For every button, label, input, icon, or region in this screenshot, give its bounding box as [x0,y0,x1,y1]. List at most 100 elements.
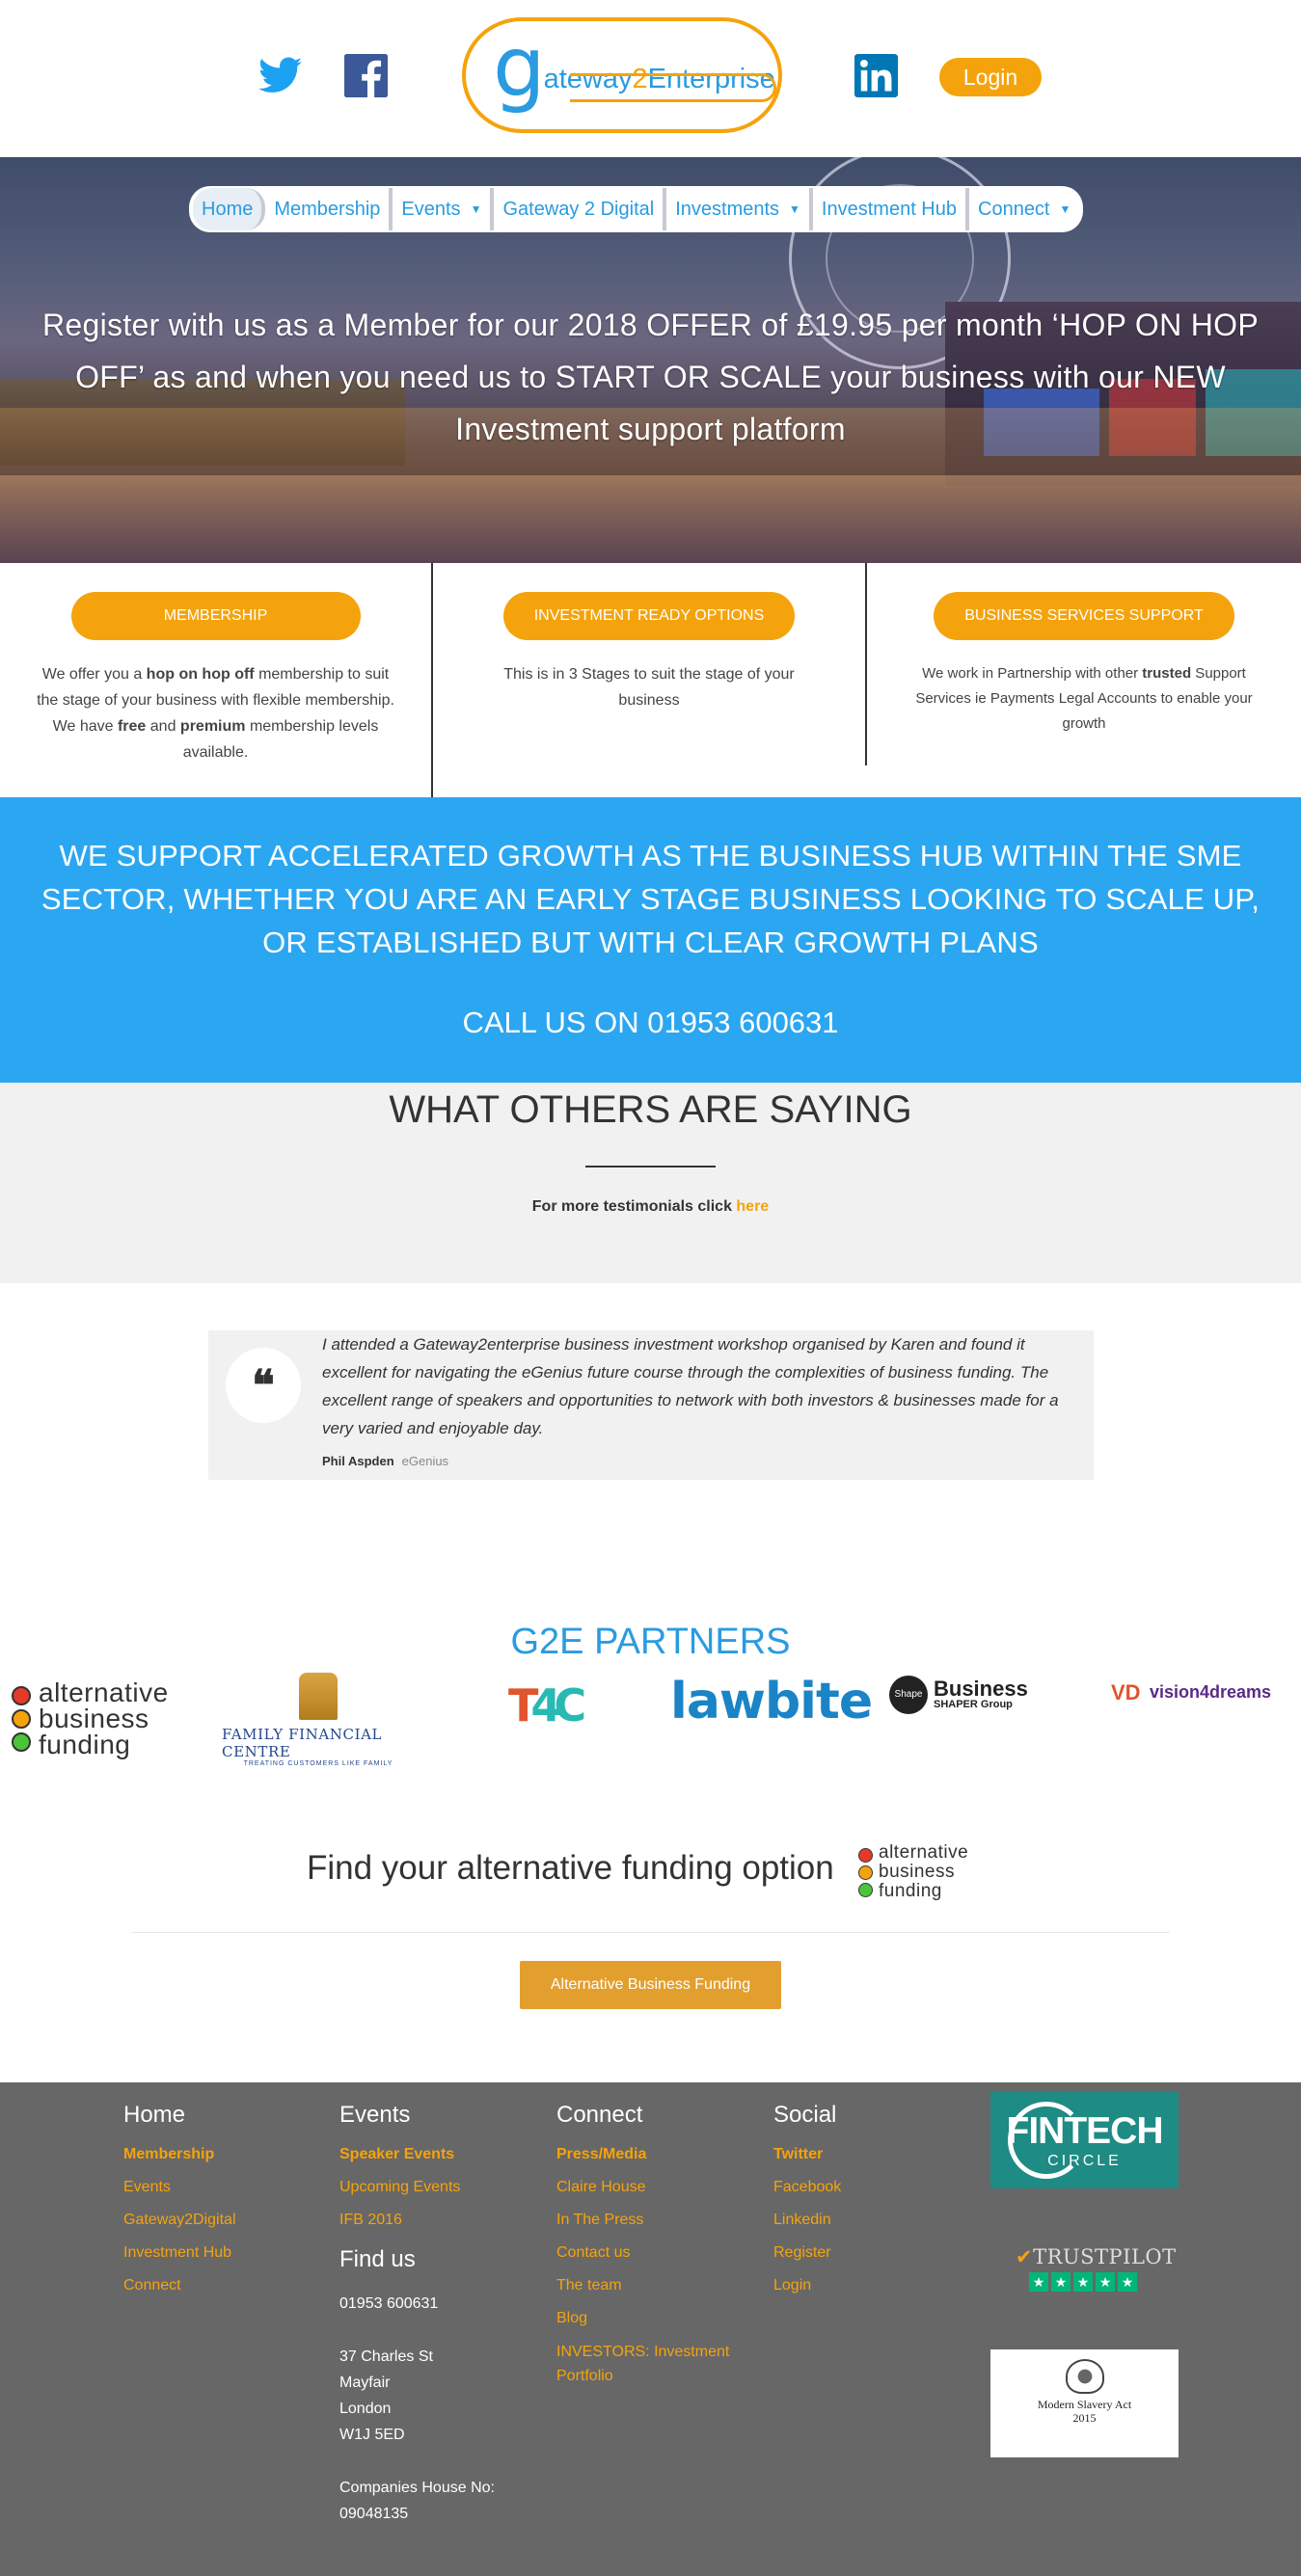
nav-events[interactable]: Events ▼ [393,188,495,230]
footer-find-us: Find us 01953 600631 37 Charles St Mayfa… [339,2246,495,2527]
twitter-icon[interactable] [258,52,302,98]
trustpilot-name: ✔TRUSTPILOT [1016,2245,1176,2268]
footer-link-investors-portfolio[interactable]: INVESTORS: Investment Portfolio [556,2340,749,2388]
quote-icon: ❝ [226,1348,301,1423]
more-testimonials-link[interactable]: here [736,1198,769,1215]
footer-link-twitter[interactable]: Twitter [773,2138,841,2171]
footer-address-line: Mayfair [339,2375,391,2391]
testimonial-author: Phil Aspden eGenius [322,1454,448,1468]
chevron-down-icon: ▼ [470,202,482,216]
footer-link-the-team[interactable]: The team [556,2269,749,2302]
footer-link-in-the-press[interactable]: In The Press [556,2204,749,2237]
footer-heading-events: Events [339,2102,411,2128]
feature-investment-ready: INVESTMENT READY OPTIONS This is in 3 St… [433,563,867,765]
more-testimonials-prefix: For more testimonials click [531,1198,737,1215]
hero-offer-text: Register with us as a Member for our 201… [42,308,1259,446]
footer-link-register[interactable]: Register [773,2237,841,2269]
bs-name: Business [934,1676,1028,1701]
gateway2enterprise-logo[interactable]: g ateway2Enterprise [462,17,782,133]
partner-business-shaper-logo[interactable]: Shape Business SHAPER Group [889,1673,1044,1716]
abf-wordmark: alternative business funding [879,1843,968,1901]
star-icon: ★ [1073,2272,1093,2292]
feature-text-bold: premium [179,718,246,735]
growth-statement: WE SUPPORT ACCELERATED GROWTH AS THE BUS… [41,839,1260,959]
green-dot [12,1731,31,1752]
footer-col-connect: Connect Press/Media Claire House In The … [556,2102,749,2388]
footer-link-gateway2digital[interactable]: Gateway2Digital [123,2204,236,2237]
chevron-down-icon: ▼ [1059,202,1071,216]
footer-link-speaker-events[interactable]: Speaker Events [339,2138,460,2171]
traffic-light-icon [858,1847,873,1897]
footer-link-blog[interactable]: Blog [556,2302,749,2335]
feature-membership: MEMBERSHIP We offer you a hop on hop off… [0,563,433,797]
linkedin-icon[interactable] [854,52,898,98]
abf-line: business [39,1704,149,1733]
trustpilot-badge[interactable]: ✔TRUSTPILOT ★ ★ ★ ★ ★ [1016,2245,1176,2292]
footer-heading-home: Home [123,2102,186,2128]
hero-river [0,475,1301,563]
nav-home-label: Home [202,198,254,220]
partner-t4c-logo[interactable]: T 4C [508,1679,586,1731]
footer-link-login[interactable]: Login [773,2269,841,2302]
nav-connect-label: Connect [978,198,1050,220]
companies-house-number: 09048135 [339,2506,409,2522]
modern-slavery-act-badge[interactable]: Modern Slavery Act 2015 [990,2349,1179,2457]
features-section: MEMBERSHIP We offer you a hop on hop off… [0,563,1301,797]
footer-address-line: W1J 5ED [339,2427,405,2443]
footer-address-line: 37 Charles St [339,2348,433,2365]
nav-investment-hub[interactable]: Investment Hub [812,188,969,230]
alternative-business-funding-button[interactable]: Alternative Business Funding [520,1961,781,2009]
more-testimonials-text: For more testimonials click here [0,1198,1301,1216]
testimonials-header: WHAT OTHERS ARE SAYING For more testimon… [0,1083,1301,1283]
nav-home[interactable]: Home [193,188,266,230]
feature-business-services-text: We work in Partnership with other truste… [901,661,1267,737]
feature-text-bold: free [117,718,147,735]
footer-link-events[interactable]: Events [123,2171,236,2204]
feature-text-part: We offer you a [41,666,147,683]
nav-gateway-2-digital[interactable]: Gateway 2 Digital [494,188,667,230]
footer-link-claire-house[interactable]: Claire House [556,2171,749,2204]
facebook-icon[interactable] [344,52,388,98]
t4c-letter: T [508,1679,539,1731]
footer-col-social: Social Twitter Facebook Linkedin Registe… [773,2102,841,2302]
find-funding-title: Find your alternative funding option [307,1849,834,1887]
fintech-title: FINTECH [1006,2110,1164,2152]
red-dot [858,1847,873,1863]
partner-alternative-business-funding-logo[interactable]: alternative business funding [12,1677,195,1759]
t4c-rest: 4C [530,1679,586,1731]
partner-family-financial-centre-logo[interactable]: FAMILY FINANCIAL CENTRE TREATING CUSTOME… [222,1673,415,1767]
footer-link-press-media[interactable]: Press/Media [556,2138,749,2171]
logo-key-shape [570,73,776,102]
amber-dot [12,1708,31,1729]
login-button[interactable]: Login [939,58,1042,96]
nav-membership[interactable]: Membership [265,188,393,230]
footer-link-membership[interactable]: Membership [123,2138,236,2171]
footer-heading-social: Social [773,2102,837,2128]
business-services-support-button[interactable]: BUSINESS SERVICES SUPPORT [934,592,1234,640]
partner-vision4dreams-logo[interactable]: VD vision4dreams [1111,1677,1299,1706]
nav-membership-label: Membership [274,198,381,220]
investment-ready-options-button[interactable]: INVESTMENT READY OPTIONS [502,592,796,640]
partner-lawbite-logo[interactable]: lawbite [670,1673,873,1731]
footer-heading-connect: Connect [556,2102,643,2128]
footer-col-home: Home Membership Events Gateway2Digital I… [123,2102,236,2302]
call-us-text: CALL US ON 01953 600631 [462,1006,839,1039]
testimonials-title: WHAT OTHERS ARE SAYING [389,1088,912,1131]
abf-wordmark: alternative business funding [39,1679,169,1758]
footer-link-contact-us[interactable]: Contact us [556,2237,749,2269]
nav-connect[interactable]: Connect ▼ [969,188,1080,230]
footer-link-linkedin[interactable]: Linkedin [773,2204,841,2237]
amber-dot [858,1865,873,1880]
footer-col-events: Events Speaker Events Upcoming Events IF… [339,2102,460,2237]
nav-investments[interactable]: Investments ▼ [666,188,813,230]
membership-button[interactable]: MEMBERSHIP [70,592,361,640]
footer-link-upcoming-events[interactable]: Upcoming Events [339,2171,460,2204]
footer-link-connect[interactable]: Connect [123,2269,236,2302]
footer-link-investment-hub[interactable]: Investment Hub [123,2237,236,2269]
footer-link-ifb-2016[interactable]: IFB 2016 [339,2204,460,2237]
check-icon: ✔ [1016,2245,1034,2268]
feature-text-bold: trusted [1142,665,1192,682]
footer-link-facebook[interactable]: Facebook [773,2171,841,2204]
fintech-circle-badge[interactable]: FINTECH CIRCLE [990,2092,1179,2188]
star-icon: ★ [1051,2272,1071,2292]
